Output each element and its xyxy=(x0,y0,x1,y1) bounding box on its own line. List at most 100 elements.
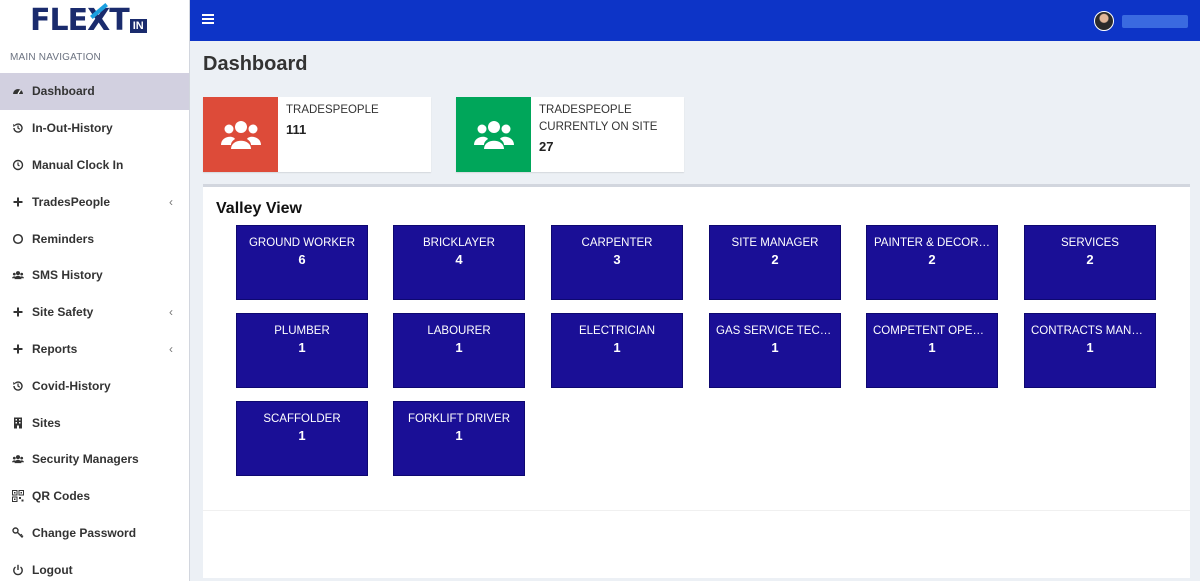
trade-label: CONTRACTS MANA… xyxy=(1031,325,1151,337)
sidebar-item-manual-clock-in[interactable]: Manual Clock In xyxy=(0,147,189,184)
chevron-left-icon: ‹ xyxy=(169,305,173,320)
stat-value: 27 xyxy=(539,139,554,154)
key-icon xyxy=(12,527,24,539)
user-name-redacted[interactable] xyxy=(1122,15,1188,28)
sidebar-item-in-out-history[interactable]: In-Out-History xyxy=(0,110,189,147)
sidebar-item-label: QR Codes xyxy=(32,489,91,504)
user-avatar[interactable] xyxy=(1094,11,1114,31)
sidebar-item-sms-history[interactable]: SMS History xyxy=(0,257,189,294)
trade-label: BRICKLAYER xyxy=(422,237,495,249)
page-title: Dashboard xyxy=(203,53,308,75)
trade-label: GROUND WORKER xyxy=(248,237,356,249)
clock-icon xyxy=(12,159,24,171)
flextin-logo[interactable]: FLEXT IN xyxy=(0,0,189,41)
sidebar-item-site-safety[interactable]: Site Safety ‹ xyxy=(0,294,189,331)
trade-tile[interactable]: PLUMBER 1 xyxy=(236,313,368,388)
sidebar: FLEXT IN MAIN NAVIGATION Dashboard In-Out… xyxy=(0,0,190,581)
trade-label: LABOURER xyxy=(427,325,491,337)
sidebar-item-tradespeople[interactable]: TradesPeople ‹ xyxy=(0,183,189,220)
sidebar-item-reports[interactable]: Reports ‹ xyxy=(0,331,189,368)
trade-count: 2 xyxy=(771,252,779,267)
trade-tile[interactable]: SCAFFOLDER 1 xyxy=(236,401,368,476)
plus-icon xyxy=(12,306,24,318)
sidebar-item-label: Logout xyxy=(32,562,73,577)
sidebar-item-label: Manual Clock In xyxy=(32,157,124,172)
stat-box-on-site: TRADESPEOPLE CURRENTLY ON SITE 27 xyxy=(456,97,684,172)
sidebar-item-label: TradesPeople xyxy=(32,194,111,209)
trade-count: 1 xyxy=(928,340,936,355)
plus-icon xyxy=(12,196,24,208)
dashboard-icon xyxy=(12,85,24,97)
trade-count: 1 xyxy=(771,340,779,355)
trade-tile[interactable]: GAS SERVICE TECH… 1 xyxy=(709,313,841,388)
sidebar-item-security-managers[interactable]: Security Managers xyxy=(0,441,189,478)
trade-label: ELECTRICIAN xyxy=(578,325,656,337)
users-icon xyxy=(12,269,24,281)
site-title: Valley View xyxy=(216,200,302,217)
trade-tile[interactable]: LABOURER 1 xyxy=(393,313,525,388)
trade-label: PAINTER & DECOR… xyxy=(873,237,991,249)
trade-tile[interactable]: SITE MANAGER 2 xyxy=(709,225,841,300)
trade-label: CARPENTER xyxy=(581,237,653,249)
trade-count: 4 xyxy=(455,252,463,267)
trade-count: 6 xyxy=(298,252,306,267)
users-icon xyxy=(12,453,24,465)
sidebar-item-change-password[interactable]: Change Password xyxy=(0,515,189,552)
sidebar-item-label: In-Out-History xyxy=(32,121,113,136)
sidebar-item-covid-history[interactable]: Covid-History xyxy=(0,367,189,404)
trade-tile[interactable]: FORKLIFT DRIVER 1 xyxy=(393,401,525,476)
sidebar-item-qr-codes[interactable]: QR Codes xyxy=(0,478,189,515)
trade-label: SERVICES xyxy=(1061,237,1119,249)
trade-tile[interactable]: BRICKLAYER 4 xyxy=(393,225,525,300)
history-icon xyxy=(12,380,24,392)
sidebar-item-label: SMS History xyxy=(32,268,103,283)
sidebar-item-label: Reports xyxy=(32,341,78,356)
history-icon xyxy=(12,122,24,134)
sidebar-item-label: Change Password xyxy=(32,525,137,540)
trade-count: 1 xyxy=(1086,340,1094,355)
stat-label: TRADESPEOPLE xyxy=(286,104,379,116)
nav-header: MAIN NAVIGATION xyxy=(10,52,101,63)
sidebar-item-label: Covid-History xyxy=(32,378,111,393)
main-navigation: Dashboard In-Out-History Manual Clock In… xyxy=(0,73,189,581)
sidebar-item-sites[interactable]: Sites xyxy=(0,404,189,441)
trade-label: SITE MANAGER xyxy=(731,237,819,249)
chevron-left-icon: ‹ xyxy=(169,194,173,209)
trade-count: 1 xyxy=(455,428,463,443)
site-box: Valley View GROUND WORKER 6 BRICKLAYER 4… xyxy=(203,184,1190,578)
sidebar-item-reminders[interactable]: Reminders xyxy=(0,220,189,257)
trade-tile[interactable]: SERVICES 2 xyxy=(1024,225,1156,300)
trade-tile[interactable]: CARPENTER 3 xyxy=(551,225,683,300)
chevron-left-icon: ‹ xyxy=(169,341,173,356)
trade-count: 2 xyxy=(928,252,936,267)
trade-count: 3 xyxy=(613,252,621,267)
power-icon xyxy=(12,564,24,576)
sidebar-item-label: Security Managers xyxy=(32,452,139,467)
trade-tile[interactable]: COMPETENT OPER… 1 xyxy=(866,313,998,388)
trade-tile[interactable]: PAINTER & DECOR… 2 xyxy=(866,225,998,300)
stat-box-tradespeople: TRADESPEOPLE 111 xyxy=(203,97,431,172)
trade-count: 1 xyxy=(298,428,306,443)
sidebar-item-label: Site Safety xyxy=(32,305,94,320)
trade-count: 1 xyxy=(298,340,306,355)
trade-count: 1 xyxy=(613,340,621,355)
box-footer xyxy=(203,510,1190,511)
building-icon xyxy=(12,417,24,429)
trade-tile[interactable]: GROUND WORKER 6 xyxy=(236,225,368,300)
trade-tile[interactable]: ELECTRICIAN 1 xyxy=(551,313,683,388)
circle-icon xyxy=(12,233,24,245)
trade-label: PLUMBER xyxy=(274,325,330,337)
users-icon xyxy=(203,97,278,172)
trade-count: 1 xyxy=(455,340,463,355)
sidebar-item-label: Reminders xyxy=(32,231,95,246)
trade-tile[interactable]: CONTRACTS MANA… 1 xyxy=(1024,313,1156,388)
sidebar-item-label: Dashboard xyxy=(32,84,95,99)
qrcode-icon xyxy=(12,490,24,503)
stat-label: TRADESPEOPLE CURRENTLY ON SITE xyxy=(539,104,658,133)
top-navbar xyxy=(190,0,1200,41)
menu-toggle-icon[interactable] xyxy=(202,14,214,24)
sidebar-item-dashboard[interactable]: Dashboard xyxy=(0,73,189,110)
users-icon xyxy=(456,97,531,172)
trade-label: SCAFFOLDER xyxy=(263,413,341,425)
sidebar-item-logout[interactable]: Logout xyxy=(0,551,189,581)
